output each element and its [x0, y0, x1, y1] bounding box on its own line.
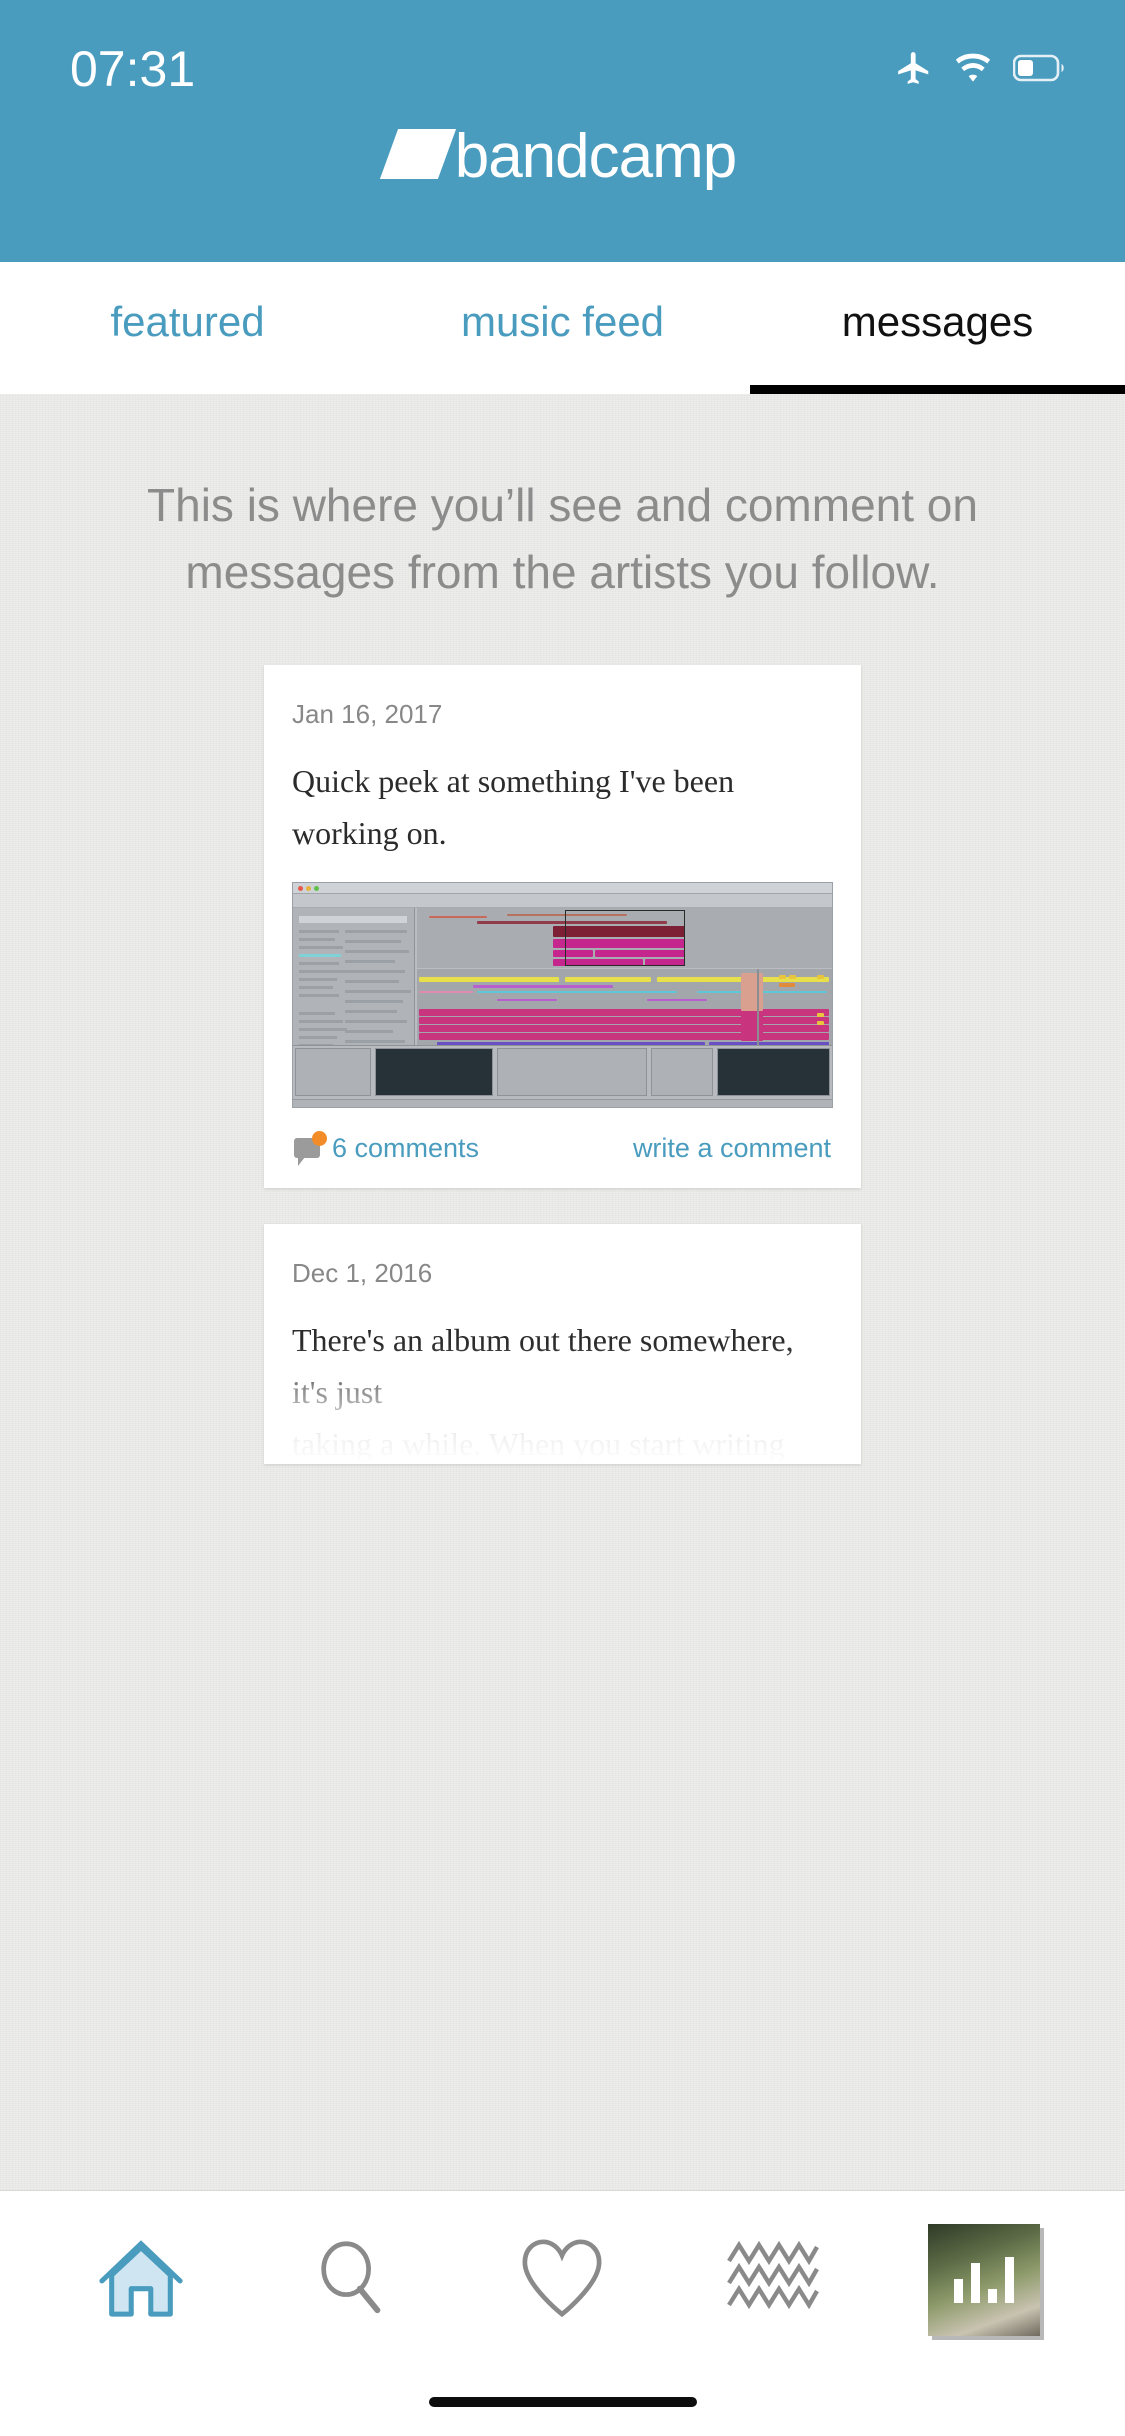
brand-logo[interactable]: bandcamp: [0, 126, 1125, 188]
ableton-live-session-screenshot: [293, 883, 832, 1108]
home-icon: [93, 2234, 189, 2325]
nav-now-playing[interactable]: [909, 2220, 1059, 2340]
heart-icon: [517, 2234, 607, 2325]
home-indicator-area: [0, 2368, 1125, 2436]
app-header: 07:31 bandcamp: [0, 0, 1125, 262]
message-image[interactable]: [292, 882, 833, 1109]
message-card[interactable]: Dec 1, 2016 There's an album out there s…: [264, 1224, 861, 1465]
tab-featured[interactable]: featured: [0, 262, 375, 394]
message-body-line: taking a while. When you start writing s…: [292, 1425, 785, 1462]
comment-bubble-icon: [294, 1131, 327, 1167]
nav-wishlist[interactable]: [487, 2220, 637, 2340]
now-playing-thumbnail: [927, 2223, 1040, 2336]
search-icon: [309, 2234, 395, 2325]
message-body: Quick peek at something I've been workin…: [292, 763, 735, 852]
empty-state-intro-text: This is where you’ll see and comment on …: [147, 479, 978, 598]
messages-feed[interactable]: This is where you’ll see and comment on …: [0, 394, 1125, 2190]
wifi-icon: [953, 53, 993, 88]
comments-link[interactable]: 6 comments: [294, 1131, 480, 1167]
comments-count-label: 6 comments: [332, 1132, 480, 1163]
message-card[interactable]: Jan 16, 2017 Quick peek at something I'v…: [264, 665, 861, 1189]
playing-equalizer-icon: [953, 2256, 1014, 2303]
nav-feed[interactable]: [698, 2220, 848, 2340]
airplane-mode-icon: [895, 49, 933, 92]
nav-search[interactable]: [277, 2220, 427, 2340]
tab-music-feed[interactable]: music feed: [375, 262, 750, 394]
unread-badge-dot: [312, 1131, 327, 1147]
battery-icon: [1012, 54, 1067, 87]
message-date: Dec 1, 2016: [292, 1258, 433, 1289]
write-comment-link[interactable]: write a comment: [633, 1133, 831, 1164]
tab-messages[interactable]: messages: [750, 262, 1125, 394]
app-screen: 07:31 bandcamp featured music feed messa…: [0, 0, 1125, 2436]
brand-wordmark: bandcamp: [454, 122, 738, 191]
feed-waves-icon: [723, 2237, 823, 2322]
home-indicator[interactable]: [428, 2397, 697, 2407]
status-bar: 07:31: [0, 0, 1125, 130]
message-card-list: Jan 16, 2017 Quick peek at something I'v…: [0, 665, 1125, 1465]
message-actions: 6 comments write a comment: [292, 1108, 833, 1188]
status-bar-icons: [895, 39, 1067, 92]
status-bar-clock: 07:31: [70, 41, 196, 97]
top-tab-bar: featured music feed messages: [0, 262, 1125, 394]
active-tab-indicator: [750, 385, 1125, 394]
nav-home[interactable]: [66, 2220, 216, 2340]
message-date: Jan 16, 2017: [292, 699, 443, 730]
bottom-nav-bar: [0, 2190, 1125, 2368]
message-body: There's an album out there somewhere, it…: [292, 1315, 833, 1464]
message-body-line: There's an album out there somewhere, it…: [292, 1322, 794, 1410]
bandcamp-slash-logo-icon: [379, 129, 456, 179]
